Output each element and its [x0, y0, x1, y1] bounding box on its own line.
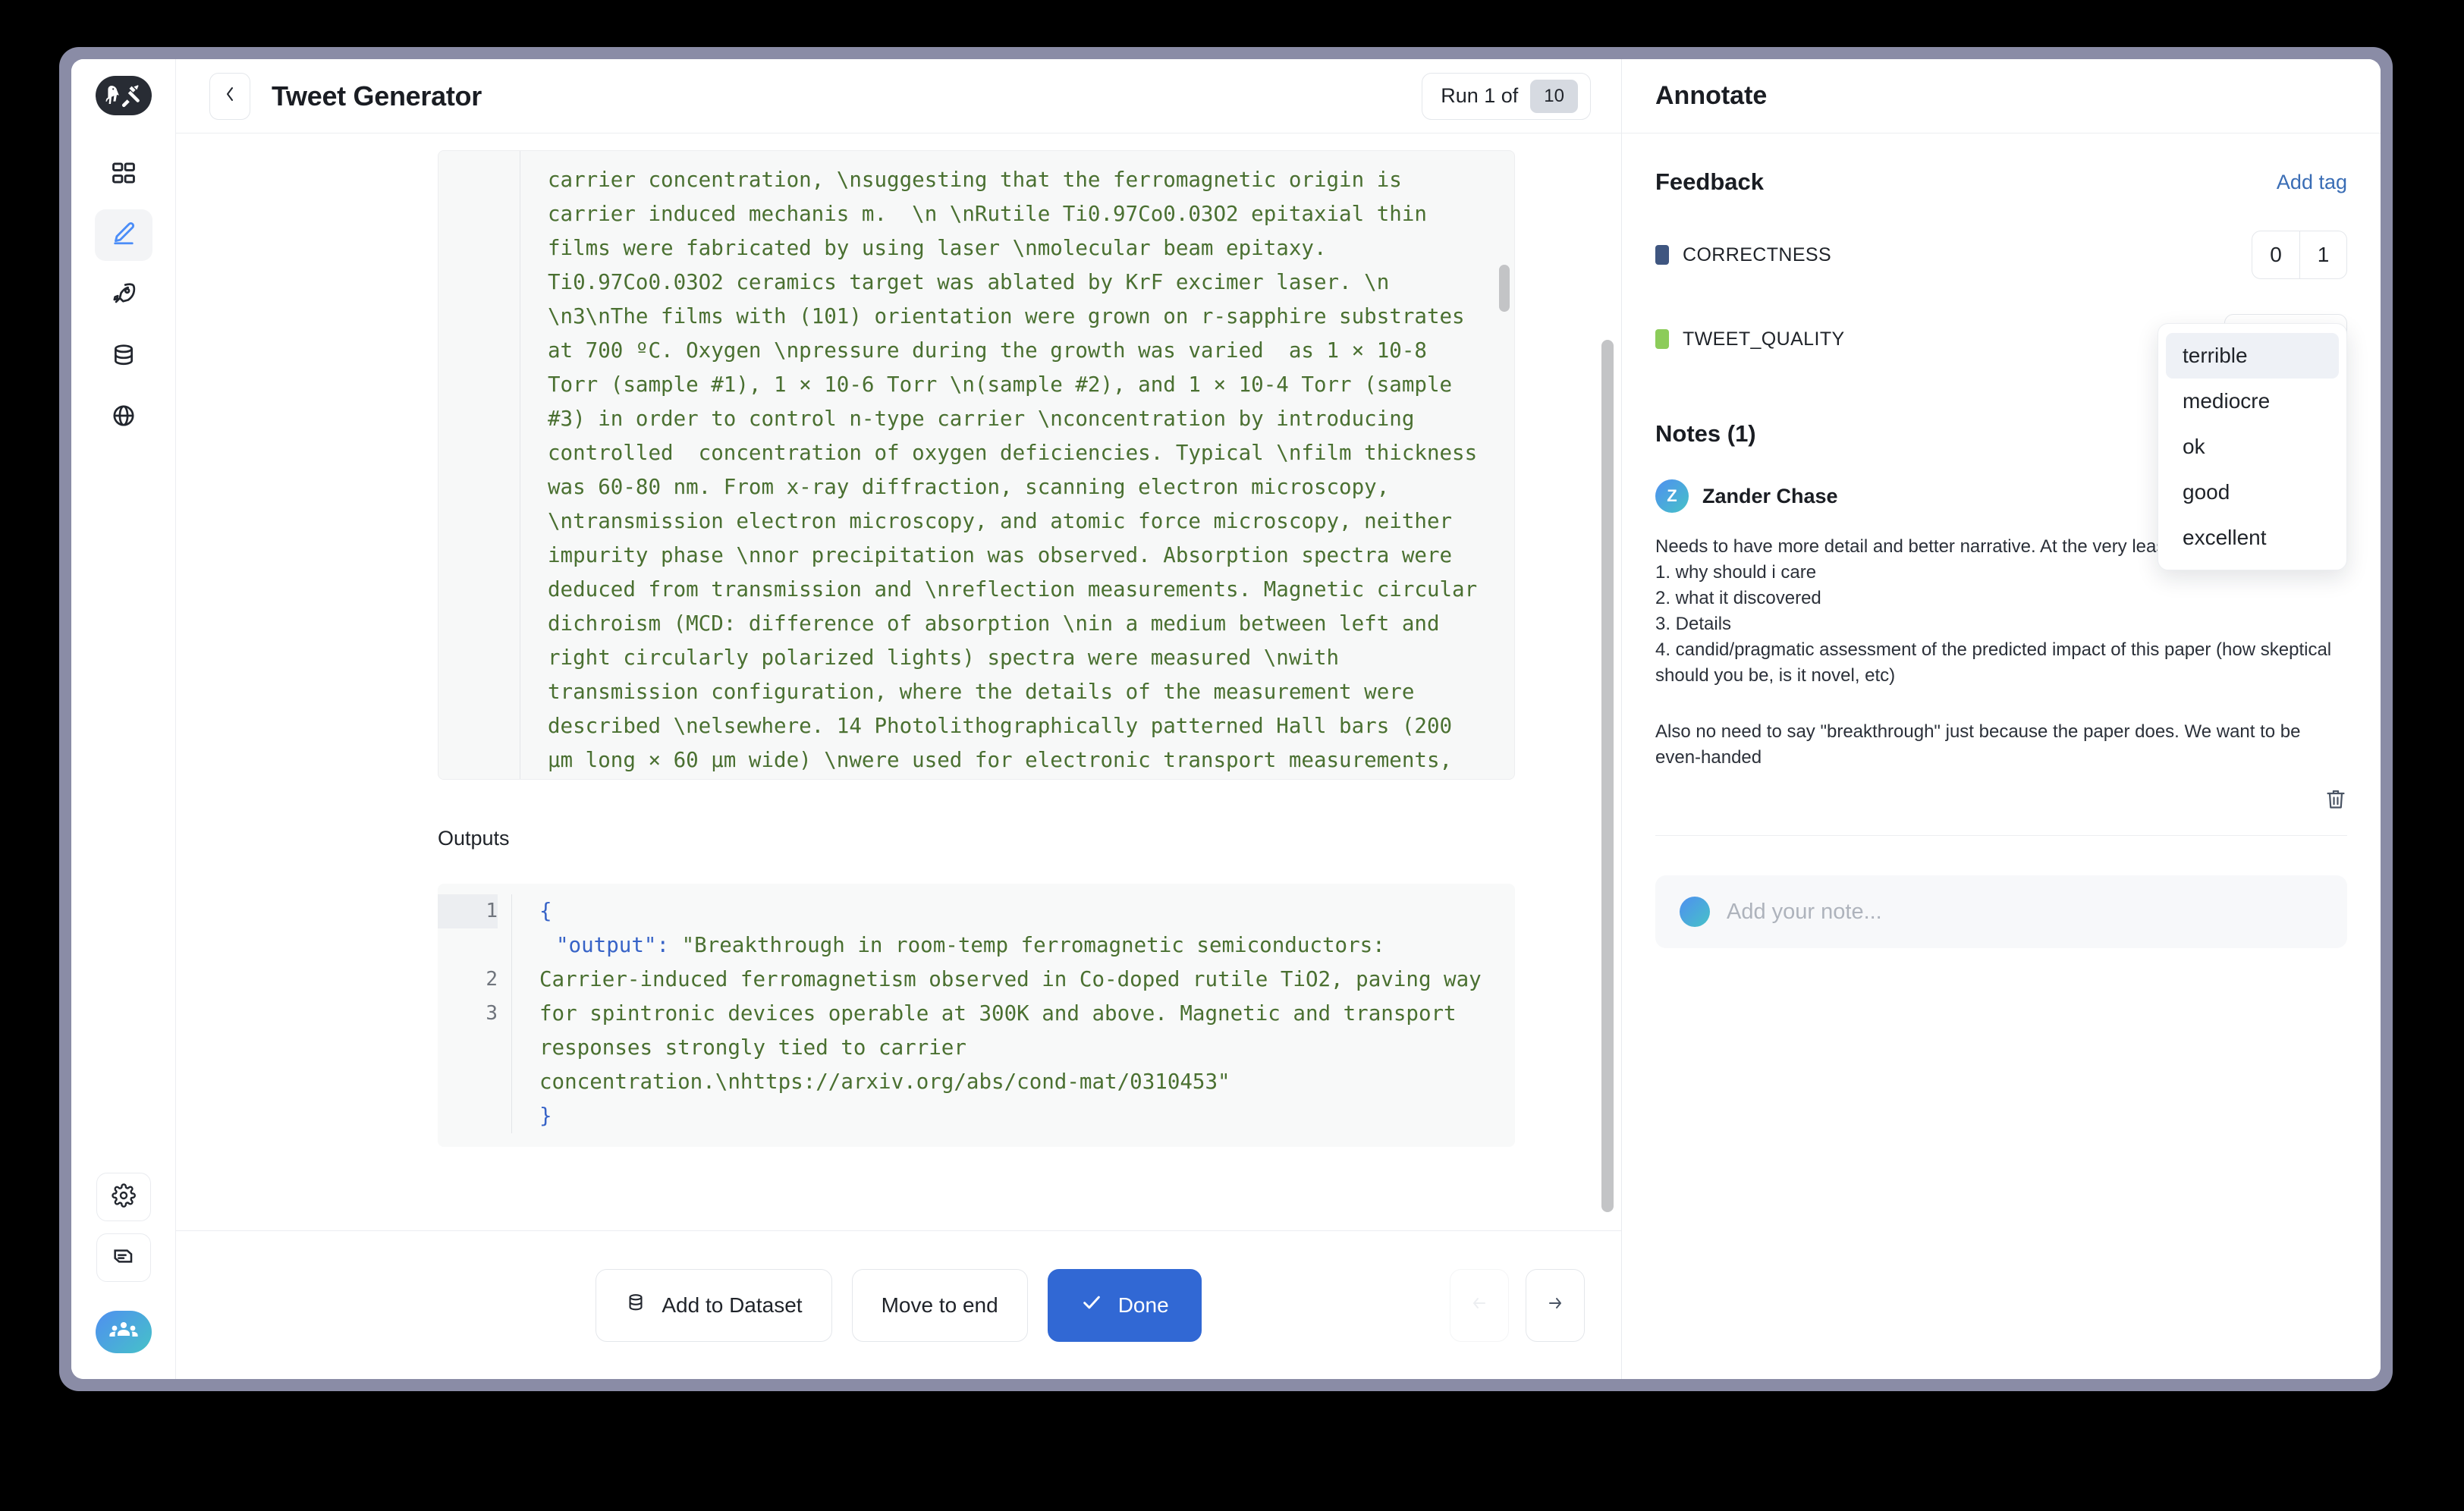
database-icon: [111, 342, 137, 372]
dropdown-option-ok[interactable]: ok: [2166, 424, 2339, 470]
arrow-left-icon: [1468, 1294, 1491, 1316]
sidebar-item-dashboard[interactable]: [95, 149, 152, 200]
input-text: carrier concentration, \nsuggesting that…: [548, 168, 1478, 772]
pencil-icon: [110, 220, 137, 251]
json-colon: :: [656, 933, 682, 957]
sidebar-item-datasets[interactable]: [95, 331, 152, 382]
run-counter-label: Run 1 of: [1441, 84, 1519, 107]
sidebar-item-docs[interactable]: [96, 1233, 151, 1282]
trash-icon: [2324, 790, 2347, 815]
add-to-dataset-button[interactable]: Add to Dataset: [596, 1268, 832, 1342]
add-to-dataset-label: Add to Dataset: [662, 1293, 803, 1317]
window-frame: Tweet Generator Run 1 of 10 carrier conc…: [59, 47, 2393, 1391]
dropdown-option-mediocre[interactable]: mediocre: [2166, 379, 2339, 424]
dropdown-option-good[interactable]: good: [2166, 470, 2339, 515]
note-author-name: Zander Chase: [1702, 484, 1838, 507]
output-json: { "output": "Breakthrough in room-temp f…: [512, 894, 1515, 1133]
score-option-0[interactable]: 0: [2252, 231, 2299, 278]
add-tag-button[interactable]: Add tag: [2277, 171, 2347, 194]
json-open-brace: {: [539, 899, 552, 923]
feedback-label-group: TWEET_QUALITY: [1655, 328, 1845, 350]
done-button[interactable]: Done: [1047, 1268, 1202, 1342]
correctness-score-segmented: 0 1: [2252, 231, 2347, 279]
sidebar-item-playground[interactable]: [95, 391, 152, 443]
feedback-item-correctness: CORRECTNESS 0 1: [1655, 231, 2347, 279]
main-scrollbar-thumb[interactable]: [1601, 340, 1614, 1212]
langsmith-logo[interactable]: [95, 76, 152, 115]
dropdown-option-terrible[interactable]: terrible: [2166, 333, 2339, 379]
action-button-group: Add to Dataset Move to end Done: [596, 1268, 1202, 1342]
annotate-body: Feedback Add tag CORRECTNESS 0 1 TWEET_Q…: [1622, 134, 2381, 948]
arrow-right-icon: [1544, 1294, 1567, 1316]
app-window: Tweet Generator Run 1 of 10 carrier conc…: [71, 59, 2381, 1379]
workspace-avatar[interactable]: [95, 1311, 152, 1353]
database-icon: [625, 1292, 646, 1318]
line-number-1: 1: [438, 894, 498, 928]
sidebar-item-deployments[interactable]: [95, 270, 152, 322]
line-number-3: 3: [486, 1002, 498, 1025]
run-counter[interactable]: Run 1 of 10: [1422, 72, 1591, 120]
feedback-header: Feedback Add tag: [1655, 168, 2347, 196]
note-body-part-2: Also no need to say "breakthrough" just …: [1655, 721, 2306, 768]
feedback-title: Feedback: [1655, 168, 1765, 195]
check-icon: [1080, 1291, 1103, 1319]
done-label: Done: [1117, 1293, 1169, 1317]
left-sidebar: [71, 59, 176, 1379]
annotate-panel: Annotate Feedback Add tag CORRECTNESS 0 …: [1622, 59, 2381, 1379]
action-bar: Add to Dataset Move to end Done: [176, 1230, 1621, 1379]
note-divider: [1655, 835, 2347, 836]
json-close-brace: }: [539, 1104, 552, 1128]
avatar: Z: [1655, 479, 1689, 513]
annotate-title: Annotate: [1622, 59, 2381, 134]
dropdown-option-excellent[interactable]: excellent: [2166, 515, 2339, 561]
globe-icon: [111, 403, 137, 432]
output-gutter: 1 2 3: [438, 894, 512, 1133]
outputs-label: Outputs: [438, 827, 510, 850]
note-actions: [1655, 787, 2347, 815]
sidebar-bottom-group: [71, 1173, 175, 1353]
correctness-label: CORRECTNESS: [1683, 243, 1832, 265]
page-title: Tweet Generator: [272, 80, 482, 112]
topbar: Tweet Generator Run 1 of 10: [176, 59, 1621, 134]
tweet-quality-dropdown-menu: terrible mediocre ok good excellent: [2158, 323, 2347, 570]
avatar: [1680, 897, 1710, 927]
main-content: Tweet Generator Run 1 of 10 carrier conc…: [176, 59, 1622, 1379]
move-to-end-button[interactable]: Move to end: [851, 1268, 1028, 1342]
tweet-quality-label: TWEET_QUALITY: [1683, 328, 1845, 350]
input-text-box[interactable]: carrier concentration, \nsuggesting that…: [438, 150, 1515, 780]
prev-run-button[interactable]: [1450, 1268, 1509, 1342]
grid-icon: [111, 160, 137, 190]
line-number-2: 2: [486, 968, 498, 991]
sidebar-item-settings[interactable]: [96, 1173, 151, 1221]
rocket-icon: [111, 281, 137, 311]
score-option-1[interactable]: 1: [2299, 231, 2346, 278]
next-run-button[interactable]: [1526, 1268, 1585, 1342]
document-icon: [112, 1244, 136, 1272]
output-code-block[interactable]: 1 2 3 { "output": "Breakthrough in room-te…: [438, 884, 1515, 1147]
users-group-icon: [108, 1320, 139, 1345]
add-note-input[interactable]: Add your note...: [1655, 875, 2347, 948]
input-gutter: [438, 151, 520, 779]
back-button[interactable]: [209, 72, 250, 120]
correctness-color-swatch: [1655, 245, 1669, 265]
input-scrollbar-thumb[interactable]: [1499, 265, 1510, 312]
scroll-fade: [176, 1185, 1621, 1230]
run-total-badge: 10: [1530, 79, 1578, 113]
sidebar-item-annotation-queues[interactable]: [94, 209, 152, 261]
chevron-left-icon: [222, 84, 237, 108]
feedback-label-group: CORRECTNESS: [1655, 244, 1831, 266]
json-key: "output": [556, 933, 657, 957]
pagination-controls: [1450, 1268, 1585, 1342]
json-value: "Breakthrough in room-temp ferromagnetic…: [539, 933, 1494, 1094]
delete-note-button[interactable]: [2324, 787, 2347, 815]
add-note-placeholder: Add your note...: [1727, 899, 1882, 924]
scroll-body: carrier concentration, \nsuggesting that…: [176, 134, 1621, 1230]
move-to-end-label: Move to end: [881, 1293, 998, 1317]
tweet-quality-color-swatch: [1655, 329, 1669, 349]
gear-icon: [111, 1183, 136, 1211]
